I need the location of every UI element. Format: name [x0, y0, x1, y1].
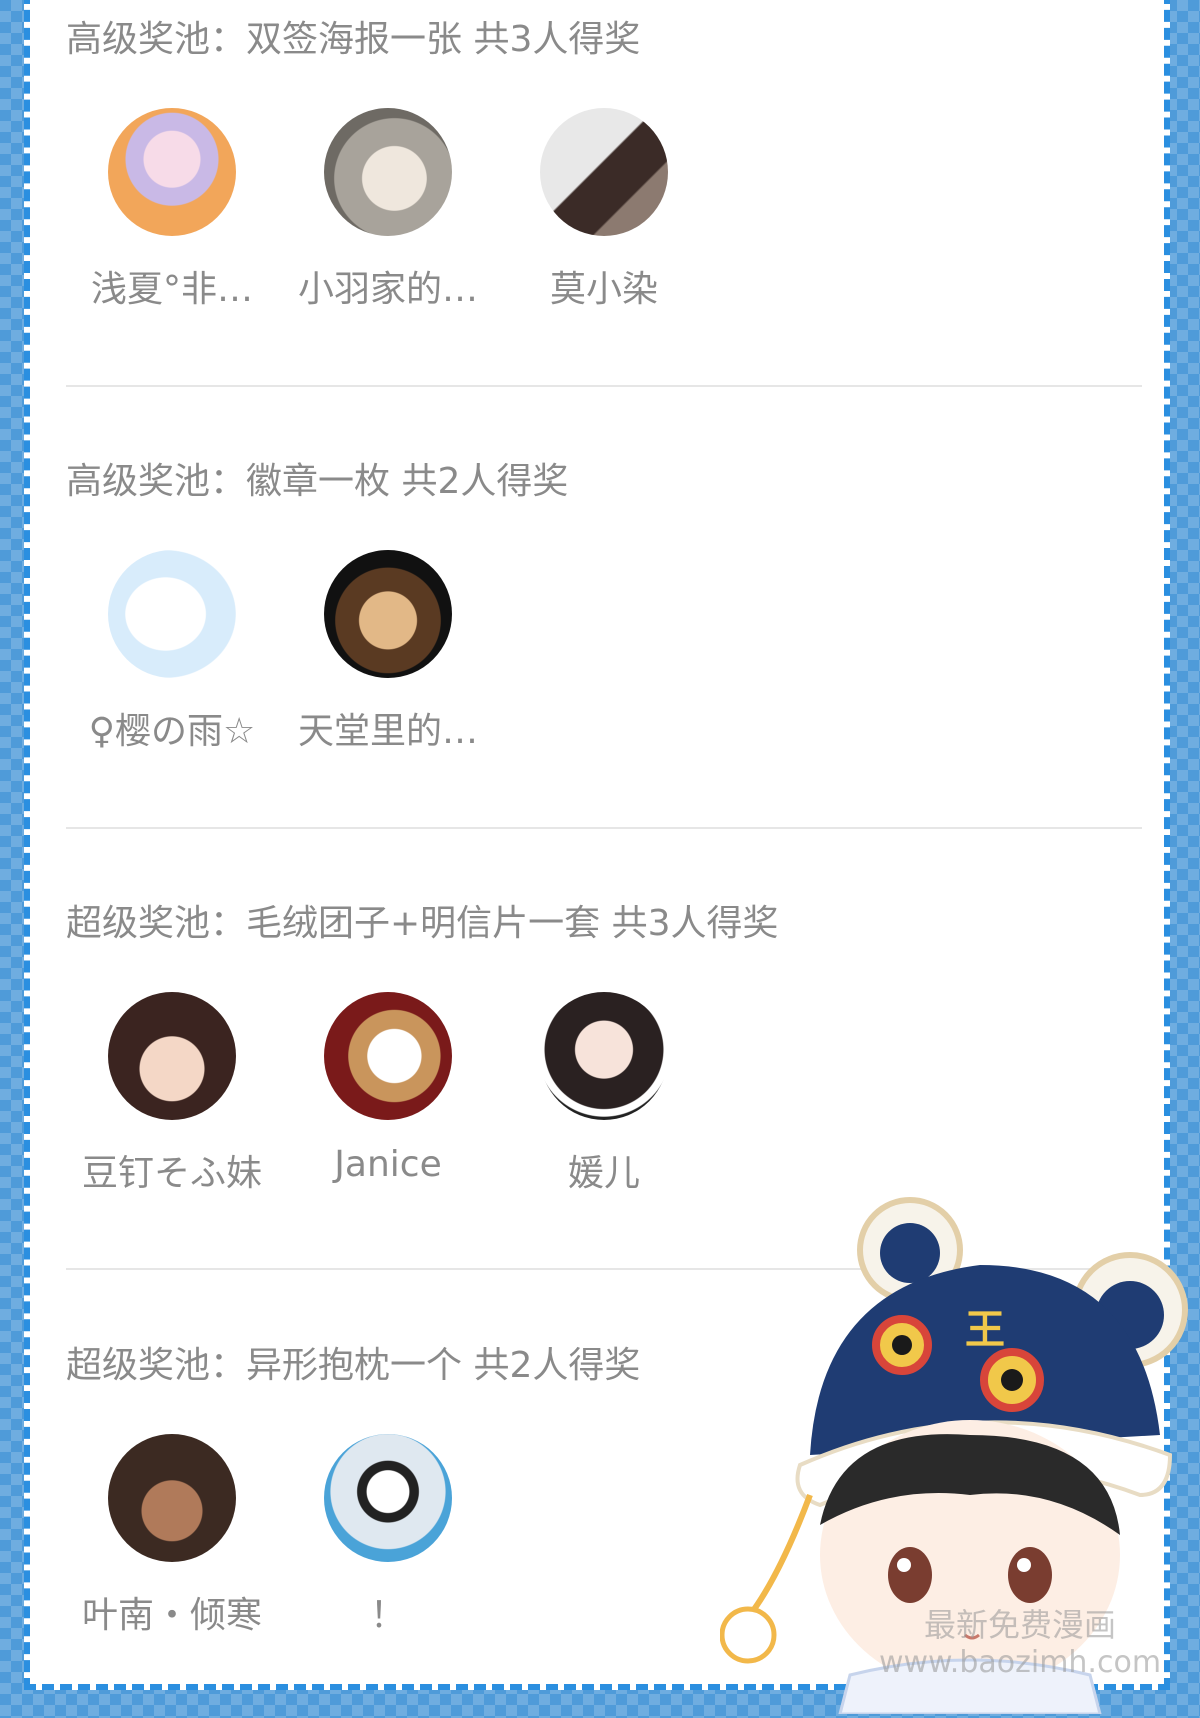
- winner-name: ♀樱の雨☆: [88, 711, 256, 752]
- winner-item[interactable]: 莫小染: [498, 108, 710, 312]
- watermark-line-2: www.baozimh.com: [878, 1645, 1162, 1680]
- winner-item[interactable]: ♀樱の雨☆: [66, 550, 278, 754]
- mascot-hat-text: 王: [965, 1307, 1005, 1353]
- winner-item[interactable]: Janice: [282, 992, 494, 1185]
- winner-item[interactable]: ！: [282, 1434, 494, 1638]
- mascot-eye-right: [1008, 1547, 1052, 1603]
- mascot-hat-pupil-left: [892, 1335, 912, 1355]
- winner-name: ！: [369, 1595, 406, 1636]
- winner-name: 天堂里的…: [297, 711, 478, 752]
- prize-section-title: 超级奖池：毛绒团子+明信片一套 共3人得奖: [66, 903, 779, 944]
- winner-item[interactable]: 豆钉そふ妹: [66, 992, 278, 1196]
- winner-item[interactable]: 叶南・倾寒: [66, 1434, 278, 1638]
- watermark-line-1: 最新免费漫画: [923, 1606, 1116, 1644]
- mascot-eye-left: [888, 1547, 932, 1603]
- winner-name: 豆钉そふ妹: [81, 1153, 262, 1194]
- winner-item[interactable]: 天堂里的…: [282, 550, 494, 754]
- mascot-eye-shine-left: [897, 1558, 911, 1572]
- avatar[interactable]: [108, 1434, 236, 1562]
- avatar[interactable]: [108, 108, 236, 236]
- mascot-pompom: [719, 1606, 777, 1664]
- section-divider: [66, 827, 1142, 829]
- winner-name: Janice: [334, 1144, 442, 1185]
- avatar[interactable]: [324, 550, 452, 678]
- winner-item[interactable]: 媛儿: [498, 992, 710, 1196]
- avatar[interactable]: [540, 992, 668, 1120]
- winner-item[interactable]: 浅夏°非…: [66, 108, 278, 312]
- avatar[interactable]: [108, 550, 236, 678]
- mascot-hat-pupil-right: [1001, 1369, 1023, 1391]
- prize-section-title: 高级奖池：双签海报一张 共3人得奖: [66, 19, 641, 60]
- avatar[interactable]: [324, 992, 452, 1120]
- winner-item[interactable]: 小羽家的…: [282, 108, 494, 312]
- avatar[interactable]: [108, 992, 236, 1120]
- avatar[interactable]: [324, 108, 452, 236]
- winner-name: 媛儿: [567, 1153, 640, 1194]
- mascot-eye-shine-right: [1017, 1558, 1031, 1572]
- section-divider: [66, 385, 1142, 387]
- winner-name: 叶南・倾寒: [81, 1595, 262, 1636]
- prize-section-title: 超级奖池：异形抱枕一个 共2人得奖: [66, 1345, 641, 1386]
- mascot-string: [747, 1493, 813, 1617]
- avatar[interactable]: [540, 108, 668, 236]
- winner-name: 莫小染: [549, 269, 658, 310]
- winner-name: 小羽家的…: [297, 269, 478, 310]
- site-watermark: 最新免费漫画 www.baozimh.com: [870, 1606, 1170, 1682]
- avatar[interactable]: [324, 1434, 452, 1562]
- prize-section-title: 高级奖池：徽章一枚 共2人得奖: [66, 461, 569, 502]
- winner-name: 浅夏°非…: [90, 269, 253, 310]
- mascot-ear-left-inner: [880, 1223, 940, 1283]
